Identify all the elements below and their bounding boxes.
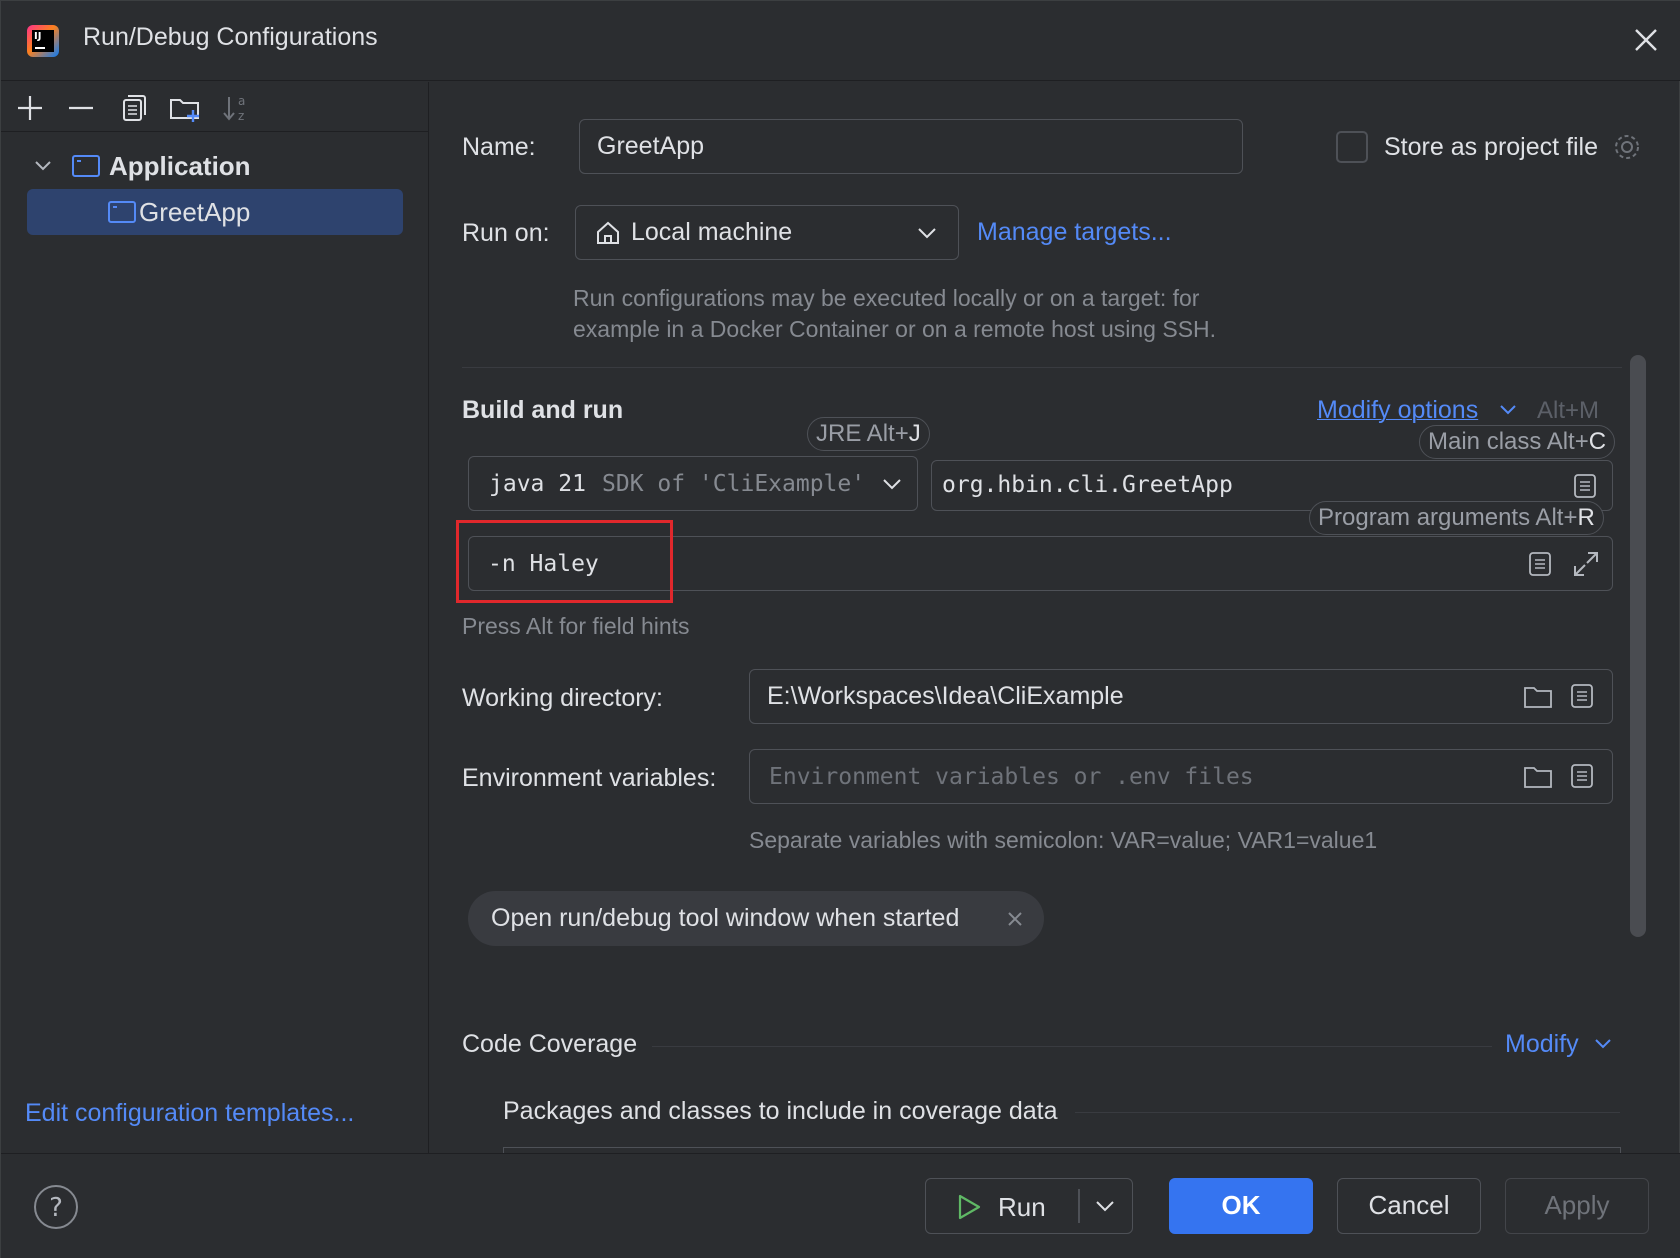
tree-item-label: Application <box>109 150 251 181</box>
remove-icon[interactable] <box>64 91 98 125</box>
sdk-value: java 21 <box>489 471 586 497</box>
store-as-project-file-label[interactable]: Store as project file <box>1384 133 1598 162</box>
tree-item-greetapp[interactable]: GreetApp <box>27 189 403 235</box>
field-hints-text: Press Alt for field hints <box>462 613 690 639</box>
separator <box>652 1046 1492 1047</box>
tree-item-label: GreetApp <box>139 196 251 227</box>
help-glyph: ? <box>49 1193 63 1223</box>
copy-icon[interactable] <box>116 91 150 125</box>
highlight-box <box>456 520 673 603</box>
list-icon[interactable] <box>1569 763 1595 789</box>
split-divider <box>1078 1189 1080 1223</box>
build-and-run-header: Build and run <box>462 396 624 424</box>
intellij-logo-icon: IJ <box>27 25 59 57</box>
cancel-button[interactable]: Cancel <box>1337 1178 1481 1234</box>
program-arguments-hint-tooltip: Program arguments Alt+R <box>1309 501 1604 535</box>
run-icon <box>958 1194 981 1220</box>
help-icon[interactable]: ? <box>33 1184 79 1230</box>
main-class-hint-key: C <box>1588 428 1607 455</box>
run-split-button[interactable]: Run <box>925 1178 1133 1234</box>
environment-variables-field[interactable]: Environment variables or .env files <box>749 749 1613 804</box>
run-button-label[interactable]: Run <box>998 1192 1046 1223</box>
configurations-sidebar: a z Application GreetApp <box>1 82 429 1154</box>
main-class-hint-text: Main class Alt+ <box>1428 428 1589 455</box>
list-icon[interactable] <box>1569 683 1595 709</box>
edit-configuration-templates-link[interactable]: Edit configuration templates... <box>25 1099 354 1128</box>
title-bar: IJ Run/Debug Configurations <box>1 1 1680 81</box>
run-on-label: Run on: <box>462 219 550 247</box>
coverage-packages-header: Packages and classes to include in cover… <box>503 1097 1058 1125</box>
working-directory-field[interactable]: E:\Workspaces\Idea\CliExample <box>749 669 1613 724</box>
logo-text: IJ <box>34 31 42 42</box>
application-config-icon <box>72 155 100 177</box>
name-label: Name: <box>462 133 536 161</box>
svg-text:z: z <box>238 109 244 123</box>
program-arguments-hint-key: R <box>1577 504 1595 531</box>
close-icon[interactable] <box>1005 909 1025 929</box>
environment-variables-placeholder: Environment variables or .env files <box>769 764 1254 790</box>
option-chip[interactable]: Open run/debug tool window when started <box>468 891 1044 946</box>
main-class-hint-tooltip: Main class Alt+C <box>1419 425 1616 459</box>
environment-variables-hint: Separate variables with semicolon: VAR=v… <box>749 827 1378 853</box>
sdk-hint: SDK of 'CliExample' <box>602 471 866 497</box>
separator <box>1075 1112 1620 1113</box>
store-as-project-file-checkbox[interactable] <box>1336 131 1368 163</box>
close-icon[interactable] <box>1631 25 1661 55</box>
chevron-down-icon[interactable] <box>31 154 55 178</box>
program-arguments-hint-text: Program arguments Alt+ <box>1318 504 1578 531</box>
working-directory-value: E:\Workspaces\Idea\CliExample <box>767 682 1124 710</box>
chevron-down-icon <box>883 479 901 490</box>
run-debug-dialog: IJ Run/Debug Configurations a z Applicat… <box>0 0 1680 1258</box>
dialog-title: Run/Debug Configurations <box>83 23 378 51</box>
dialog-footer: ? Run OK Cancel Apply <box>1 1153 1680 1258</box>
vertical-scrollbar[interactable] <box>1630 355 1646 937</box>
jre-dropdown[interactable]: java 21 SDK of 'CliExample' <box>468 456 918 511</box>
chevron-down-icon <box>918 228 936 239</box>
chevron-down-icon[interactable] <box>1497 399 1519 421</box>
working-directory-label: Working directory: <box>462 684 663 712</box>
folder-icon[interactable] <box>1523 683 1553 711</box>
separator <box>462 367 1622 368</box>
sort-icon[interactable]: a z <box>220 91 254 125</box>
home-icon <box>597 221 619 244</box>
expand-icon[interactable] <box>1571 549 1601 579</box>
new-folder-icon[interactable] <box>168 91 202 125</box>
run-on-hint-line-2: example in a Docker Container or on a re… <box>573 316 1217 342</box>
run-on-value: Local machine <box>631 218 793 246</box>
environment-variables-label: Environment variables: <box>462 764 717 792</box>
ok-button[interactable]: OK <box>1169 1178 1313 1234</box>
jre-hint-key: J <box>908 420 921 447</box>
run-on-hint-line-1: Run configurations may be executed local… <box>573 285 1200 311</box>
manage-targets-link[interactable]: Manage targets... <box>977 218 1172 247</box>
chevron-down-icon[interactable] <box>1592 1033 1614 1055</box>
add-icon[interactable] <box>13 91 47 125</box>
name-value: GreetApp <box>597 132 705 160</box>
gear-icon[interactable] <box>1611 131 1643 163</box>
coverage-modify-link[interactable]: Modify <box>1505 1030 1579 1059</box>
chevron-down-icon[interactable] <box>1094 1197 1116 1215</box>
tree-item-application[interactable]: Application <box>27 143 407 189</box>
code-coverage-header: Code Coverage <box>462 1030 638 1058</box>
svg-text:a: a <box>238 94 245 108</box>
list-icon[interactable] <box>1527 551 1553 577</box>
jre-hint-tooltip: JRE Alt+J <box>807 417 930 451</box>
jre-hint-text: JRE Alt+ <box>816 420 909 447</box>
list-icon[interactable] <box>1572 473 1598 499</box>
sidebar-toolbar: a z <box>1 82 429 132</box>
modify-options-shortcut: Alt+M <box>1537 397 1600 424</box>
apply-button[interactable]: Apply <box>1505 1178 1649 1234</box>
main-class-value: org.hbin.cli.GreetApp <box>942 472 1233 498</box>
folder-icon[interactable] <box>1523 763 1553 791</box>
name-field[interactable]: GreetApp <box>579 119 1243 174</box>
modify-options-link[interactable]: Modify options <box>1317 396 1478 425</box>
application-config-icon <box>108 201 136 223</box>
option-chip-label: Open run/debug tool window when started <box>491 904 960 932</box>
run-on-dropdown[interactable]: Local machine <box>575 205 959 260</box>
